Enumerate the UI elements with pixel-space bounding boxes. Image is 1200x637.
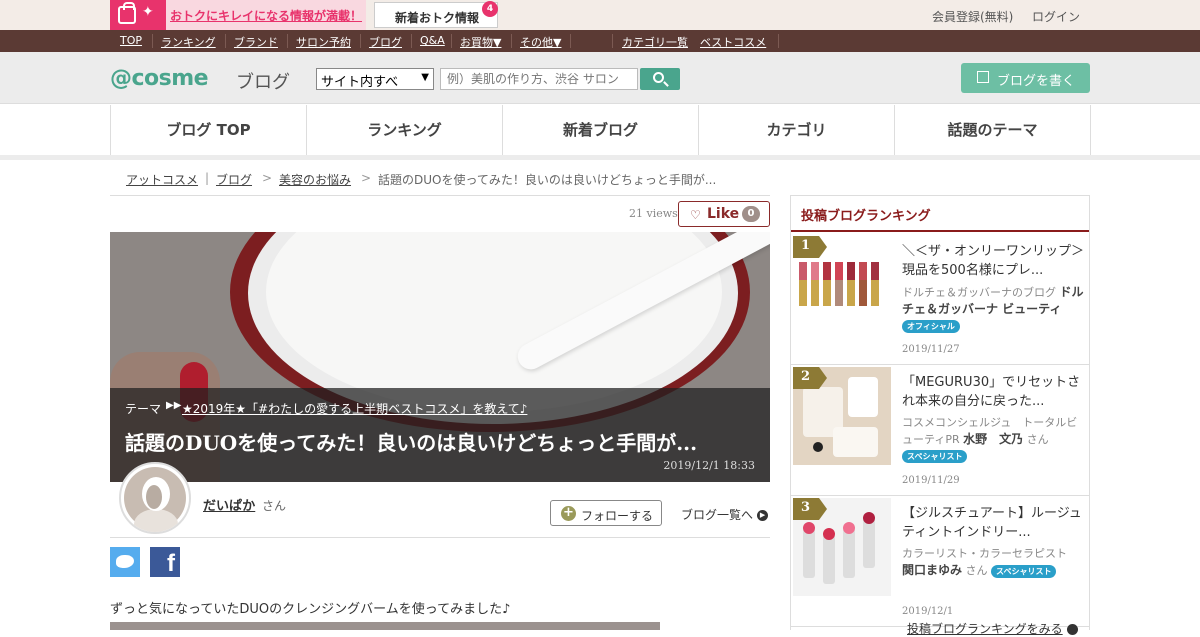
rank-number: 1 [793, 236, 827, 258]
twitter-share-button[interactable] [110, 547, 140, 577]
breadcrumb: アットコスメ | ブログ > 美容のお悩み > 話題のDUOを使ってみた！良いの… [110, 170, 770, 196]
ranking-more-label: 投稿ブログランキングをみる [907, 622, 1063, 636]
ranking-title[interactable]: 「MEGURU30」でリセットされ本来の自分に戻った... [902, 373, 1084, 411]
ranking-thumbnail[interactable]: 2 [793, 367, 891, 465]
topnav-salon[interactable]: サロン予約 [296, 34, 351, 50]
register-link[interactable]: 会員登録(無料) [932, 8, 1013, 25]
topnav-best-cosme[interactable]: ベストコスメ [700, 34, 766, 50]
ranking-more-link[interactable]: 投稿ブログランキングをみる [907, 620, 1078, 637]
like-count: 0 [742, 206, 760, 222]
search-icon [653, 72, 664, 83]
divider [0, 155, 1200, 160]
breadcrumb-atcosme[interactable]: アットコスメ [126, 171, 198, 188]
ranking-item[interactable]: 2 「MEGURU30」でリセットされ本来の自分に戻った... コスメコンシェル… [791, 365, 1089, 496]
new-info-count-badge: 4 [482, 1, 498, 17]
topnav-other[interactable]: その他▼ [520, 34, 561, 50]
tab-category[interactable]: カテゴリ [699, 105, 895, 155]
sidebar-title: 投稿ブログランキング [791, 196, 1089, 232]
write-blog-label: ブログを書く [997, 74, 1076, 89]
official-badge: オフィシャル [902, 319, 960, 333]
new-info-button[interactable]: 新着おトク情報 4 [374, 1, 498, 28]
ranking-date: 2019/11/29 [902, 475, 960, 486]
view-count: 21 views [629, 207, 678, 220]
breadcrumb-current: 話題のDUOを使ってみた！良いのは良いけどちょっと手間が... [378, 173, 717, 187]
breadcrumb-blog[interactable]: ブログ [216, 171, 252, 188]
topnav-qa[interactable]: Q&A [420, 34, 445, 47]
chevron-down-icon: ▼ [421, 72, 429, 83]
author-suffix: さん [262, 499, 287, 513]
plus-icon: + [561, 506, 576, 521]
pencil-icon [977, 71, 989, 83]
logo-blog-label: ブログ [236, 72, 290, 93]
author-name[interactable]: だいぱか [203, 495, 255, 514]
topnav-blog[interactable]: ブログ [369, 34, 402, 50]
topnav-brand[interactable]: ブランド [234, 34, 278, 50]
double-arrow-icon: ▶▶ [166, 400, 182, 411]
ranking-date: 2019/11/27 [902, 344, 960, 355]
ranking-item[interactable]: 1 ＼＜ザ・オンリーワンリップ＞現品を500名様にプレ... ドルチェ＆ガッバー… [791, 234, 1089, 365]
promo-link[interactable]: おトクにキレイになる情報が満載！ [170, 7, 362, 24]
twitter-icon [116, 555, 134, 568]
like-button[interactable]: ♡ Like 0 [678, 201, 770, 227]
theme-label: テーマ [125, 402, 162, 416]
ranking-item[interactable]: 3 【ジルスチュアート】ルージュ ティントインドリー... カラーリスト・カラー… [791, 496, 1089, 627]
cosme-logo[interactable]: @cosme [110, 66, 209, 91]
follow-label: フォローする [581, 509, 654, 523]
search-scope-value: サイト内すべ [321, 75, 399, 90]
write-blog-button[interactable]: ブログを書く [961, 63, 1090, 93]
specialist-badge: スペシャリスト [902, 449, 968, 463]
ranking-author: コスメコンシェルジュ トータルビューティPR 水野 文乃 さん スペシャリスト [902, 416, 1078, 463]
hero-image: テーマ ▶▶ ★2019年★「#わたしの愛する上半期ベストコスメ」を教えて♪ 話… [110, 232, 770, 482]
post-body-image [110, 622, 660, 630]
facebook-share-button[interactable]: f [150, 547, 180, 577]
post-title: 話題のDUOを使ってみた！良いのは良いけどちょっと手間が... [125, 431, 698, 455]
arrow-right-icon: ▶ [757, 510, 769, 521]
post-date: 2019/12/1 18:33 [663, 459, 755, 472]
follow-button[interactable]: + フォローする [550, 500, 662, 526]
tab-new-blog[interactable]: 新着ブログ [503, 105, 699, 155]
breadcrumb-beauty-concerns[interactable]: 美容のお悩み [279, 171, 351, 188]
tab-ranking[interactable]: ランキング [307, 105, 503, 155]
rank-number: 3 [793, 498, 827, 520]
tab-hot-themes[interactable]: 話題のテーマ [895, 105, 1091, 155]
topnav-ranking[interactable]: ランキング [161, 34, 216, 50]
divider [110, 537, 770, 538]
post-body-text: ずっと気になっていたDUOのクレンジングバームを使ってみました♪ [110, 602, 511, 617]
top-nav: TOP ランキング ブランド サロン予約 ブログ Q&A お買物▼ その他▼ カ… [0, 30, 1200, 52]
new-info-label: 新着おトク情報 [395, 11, 480, 25]
ranking-thumbnail[interactable]: 3 [793, 498, 891, 596]
rank-number: 2 [793, 367, 827, 389]
blog-ranking-sidebar: 投稿ブログランキング 1 ＼＜ザ・オンリーワンリップ＞現品を500名様にプレ..… [790, 195, 1090, 630]
topnav-category-list[interactable]: カテゴリ一覧 [622, 34, 688, 50]
ranking-date: 2019/12/1 [902, 606, 954, 617]
search-input[interactable] [440, 68, 638, 90]
ranking-author: カラーリスト・カラーセラピスト 関口まゆみ さん スペシャリスト [902, 547, 1067, 578]
search-button[interactable] [640, 68, 680, 90]
facebook-icon: f [167, 550, 175, 577]
site-header: @cosme ブログ サイト内すべ ▼ ブログを書く [0, 52, 1200, 104]
like-label: Like [707, 206, 740, 222]
ranking-author: ドルチェ＆ガッバーナのブログ ドルチェ＆ガッバーナ ビューティ オフィシャル [902, 285, 1084, 333]
ranking-title[interactable]: 【ジルスチュアート】ルージュ ティントインドリー... [902, 504, 1084, 542]
topnav-top[interactable]: TOP [120, 34, 142, 47]
tab-blog-top[interactable]: ブログ TOP [111, 105, 307, 155]
specialist-badge: スペシャリスト [991, 564, 1057, 578]
blog-list-label: ブログ一覧へ [681, 508, 754, 522]
theme-link[interactable]: ★2019年★「#わたしの愛する上半期ベストコスメ」を教えて♪ [182, 400, 527, 417]
shopping-bag-icon[interactable]: ✦ [110, 0, 166, 30]
ranking-thumbnail[interactable]: 1 [793, 236, 891, 334]
topnav-shopping[interactable]: お買物▼ [460, 34, 501, 50]
search-scope-select[interactable]: サイト内すべ ▼ [316, 68, 434, 90]
heart-icon: ♡ [690, 208, 701, 222]
author-avatar[interactable] [119, 462, 191, 534]
main-tabs: ブログ TOP ランキング 新着ブログ カテゴリ 話題のテーマ [110, 105, 1091, 155]
blog-list-link[interactable]: ブログ一覧へ ▶ [681, 506, 769, 523]
ranking-title[interactable]: ＼＜ザ・オンリーワンリップ＞現品を500名様にプレ... [902, 242, 1084, 280]
hero-caption: テーマ ▶▶ ★2019年★「#わたしの愛する上半期ベストコスメ」を教えて♪ 話… [110, 388, 770, 482]
login-link[interactable]: ログイン [1032, 8, 1080, 25]
